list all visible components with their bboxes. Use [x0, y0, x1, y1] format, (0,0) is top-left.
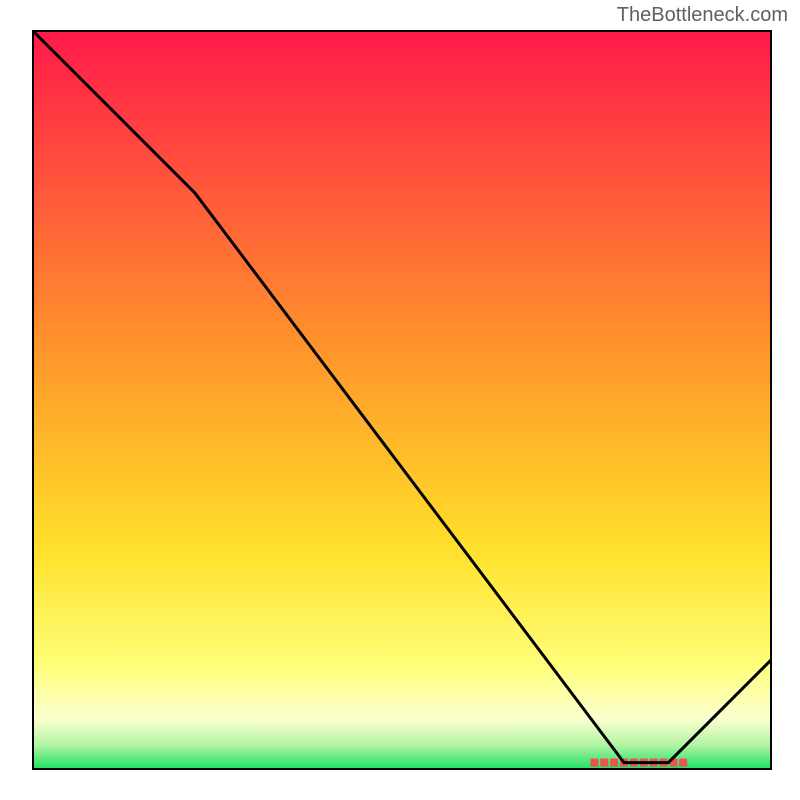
chart-area	[32, 30, 772, 770]
line-chart	[32, 30, 772, 770]
attribution-label: TheBottleneck.com	[617, 4, 788, 27]
chart-container: TheBottleneck.com	[0, 0, 800, 800]
